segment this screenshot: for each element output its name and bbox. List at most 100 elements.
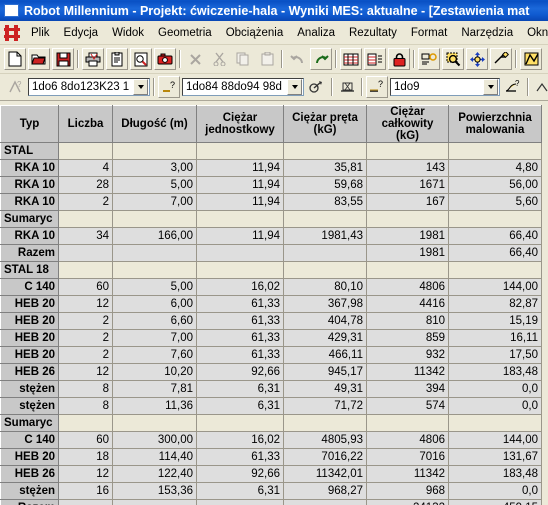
table-row[interactable]: C 140 60 5,00 16,02 80,10 4806 144,00 xyxy=(0,278,542,296)
row-header-cell[interactable]: HEB 26 xyxy=(0,363,59,381)
table-cell[interactable]: 394 xyxy=(366,380,449,398)
table-cell[interactable] xyxy=(58,499,113,505)
bar-selection-value[interactable]: 1do84 88do94 98d xyxy=(183,81,287,93)
table-cell[interactable] xyxy=(448,142,542,160)
table-row[interactable]: C 140 60 300,00 16,02 4805,93 4806 144,00 xyxy=(0,431,542,449)
table-cell[interactable]: 143 xyxy=(366,159,449,177)
table-cell[interactable] xyxy=(283,244,367,262)
pan-move-icon[interactable] xyxy=(466,48,488,70)
table-cell[interactable]: 4805,93 xyxy=(283,431,367,449)
column-header-liczba[interactable]: Liczba xyxy=(58,105,113,143)
table-cell[interactable] xyxy=(283,499,367,505)
table-cell[interactable]: 183,48 xyxy=(448,363,542,381)
table-cell[interactable]: 59,68 xyxy=(283,176,367,194)
table-cell[interactable]: 49,31 xyxy=(283,380,367,398)
table-cell[interactable]: 56,00 xyxy=(448,176,542,194)
table-cell[interactable]: 11342,01 xyxy=(283,465,367,483)
table-cell[interactable]: 15,19 xyxy=(448,312,542,330)
table-cell[interactable]: 16,11 xyxy=(448,329,542,347)
table-cell[interactable]: 34 xyxy=(58,227,113,245)
row-header-cell[interactable]: HEB 20 xyxy=(0,329,59,347)
load-case-combo[interactable]: 1do9 xyxy=(390,78,500,96)
table-cell[interactable]: 945,17 xyxy=(283,363,367,381)
node-selection-value[interactable]: 1do6 8do123K23 1 xyxy=(29,81,133,93)
diagram-icon[interactable] xyxy=(520,48,542,70)
table-row[interactable]: Razem 1981 66,40 xyxy=(0,244,542,262)
table-row[interactable]: STAL xyxy=(0,142,542,160)
table-cell[interactable]: 11,94 xyxy=(196,227,284,245)
menu-item-widok[interactable]: Widok xyxy=(105,25,151,41)
table-row[interactable]: stężen 8 7,81 6,31 49,31 394 0,0 xyxy=(0,380,542,398)
table-cell[interactable]: 60 xyxy=(58,431,113,449)
table-cell[interactable]: 16,02 xyxy=(196,431,284,449)
table-cell[interactable]: 4806 xyxy=(366,278,449,296)
table-cell[interactable]: 1981 xyxy=(366,244,449,262)
table-row[interactable]: RKA 10 28 5,00 11,94 59,68 1671 56,00 xyxy=(0,176,542,194)
table-cell[interactable] xyxy=(283,261,367,279)
support-icon[interactable] xyxy=(336,76,358,98)
table-cell[interactable] xyxy=(366,210,449,228)
table-row[interactable]: RKA 10 2 7,00 11,94 83,55 167 5,60 xyxy=(0,193,542,211)
table-cell[interactable]: 404,78 xyxy=(283,312,367,330)
table-cell[interactable]: 61,33 xyxy=(196,448,284,466)
table-cell[interactable]: 1981,43 xyxy=(283,227,367,245)
menu-item-analiza[interactable]: Analiza xyxy=(290,25,342,41)
table-cell[interactable]: 3,00 xyxy=(112,159,197,177)
table-cell[interactable] xyxy=(366,261,449,279)
table-cell[interactable]: 61,33 xyxy=(196,312,284,330)
chevron-down-icon[interactable] xyxy=(133,79,148,95)
node-select-icon[interactable] xyxy=(490,48,512,70)
table-cell[interactable]: 859 xyxy=(366,329,449,347)
table-settings-icon[interactable] xyxy=(364,48,386,70)
row-header-cell[interactable]: HEB 20 xyxy=(0,295,59,313)
table-cell[interactable] xyxy=(196,142,284,160)
table-row[interactable]: HEB 20 2 7,60 61,33 466,11 932 17,50 xyxy=(0,346,542,364)
table-row[interactable]: HEB 20 2 7,00 61,33 429,31 859 16,11 xyxy=(0,329,542,347)
node-selection-combo[interactable]: 1do6 8do123K23 1 xyxy=(28,78,150,96)
table-cell[interactable]: 6,31 xyxy=(196,380,284,398)
table-cell[interactable] xyxy=(112,499,197,505)
table-cell[interactable]: 92,66 xyxy=(196,363,284,381)
table-cell[interactable]: 968 xyxy=(366,482,449,500)
open-folder-icon[interactable] xyxy=(28,48,50,70)
table-cell[interactable] xyxy=(112,261,197,279)
menu-item-format[interactable]: Format xyxy=(404,25,454,41)
row-header-cell[interactable]: RKA 10 xyxy=(0,227,59,245)
menu-item-narzedzia[interactable]: Narzędzia xyxy=(454,25,520,41)
menu-item-plik[interactable]: Plik xyxy=(24,25,57,41)
row-header-cell[interactable]: Sumaryc xyxy=(0,210,59,228)
table-cell[interactable]: 6,60 xyxy=(112,312,197,330)
table-cell[interactable]: 574 xyxy=(366,397,449,415)
table-cell[interactable]: 7,81 xyxy=(112,380,197,398)
table-cell[interactable]: 12 xyxy=(58,465,113,483)
table-cell[interactable]: 466,11 xyxy=(283,346,367,364)
table-cell[interactable]: 810 xyxy=(366,312,449,330)
table-cell[interactable]: 114,40 xyxy=(112,448,197,466)
table-row[interactable]: RKA 10 4 3,00 11,94 35,81 143 4,80 xyxy=(0,159,542,177)
table-cell[interactable]: 11,94 xyxy=(196,176,284,194)
table-cell[interactable]: 10,20 xyxy=(112,363,197,381)
table-cell[interactable] xyxy=(196,414,284,432)
row-header-cell[interactable]: Razem xyxy=(0,244,59,262)
row-header-cell[interactable]: HEB 20 xyxy=(0,346,59,364)
table-cell[interactable]: 11,36 xyxy=(112,397,197,415)
chevron-down-icon[interactable] xyxy=(483,79,498,95)
row-header-cell[interactable]: C 140 xyxy=(0,278,59,296)
chevron-down-icon[interactable] xyxy=(287,79,302,95)
table-cell[interactable]: 153,36 xyxy=(112,482,197,500)
table-cell[interactable] xyxy=(448,414,542,432)
redo-arrow-icon[interactable] xyxy=(310,48,332,70)
table-row[interactable]: stężen 16 153,36 6,31 968,27 968 0,0 xyxy=(0,482,542,500)
column-header-dlugosc[interactable]: Długość (m) xyxy=(112,105,197,143)
table-cell[interactable]: 80,10 xyxy=(283,278,367,296)
table-cell[interactable] xyxy=(58,210,113,228)
table-cell[interactable]: 300,00 xyxy=(112,431,197,449)
table-cell[interactable] xyxy=(112,210,197,228)
table-cell[interactable]: 2 xyxy=(58,346,113,364)
table-cell[interactable]: 1981 xyxy=(366,227,449,245)
material-summary-table-container[interactable]: Typ Liczba Długość (m) Ciężar jednostkow… xyxy=(0,105,548,505)
table-row[interactable]: HEB 20 2 6,60 61,33 404,78 810 15,19 xyxy=(0,312,542,330)
table-row[interactable]: Sumaryc xyxy=(0,210,542,228)
screen-capture-camera-icon[interactable] xyxy=(154,48,176,70)
table-cell[interactable] xyxy=(196,499,284,505)
